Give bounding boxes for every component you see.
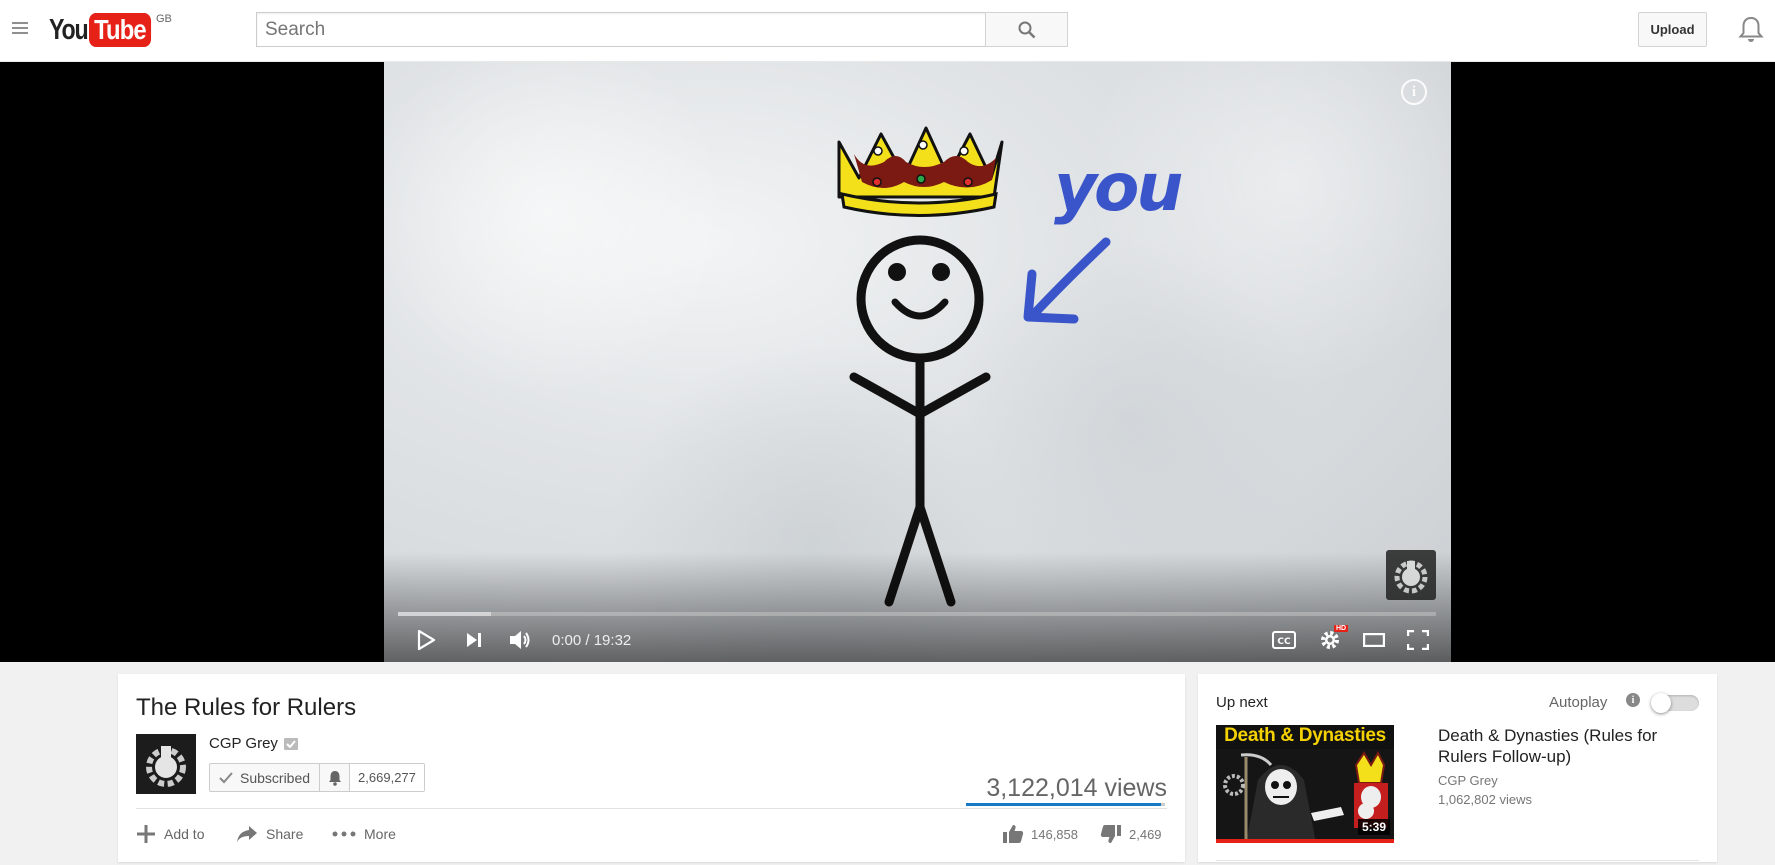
divider bbox=[136, 808, 1167, 809]
channel-name-link[interactable]: CGP Grey bbox=[209, 735, 298, 752]
sentiment-bar bbox=[966, 803, 1165, 806]
search-input[interactable] bbox=[256, 12, 986, 47]
sentiment-likes-fill bbox=[966, 803, 1162, 806]
search-icon bbox=[1018, 21, 1035, 38]
more-button[interactable]: More bbox=[332, 822, 396, 846]
subscribed-label: Subscribed bbox=[240, 769, 311, 786]
info-card-icon[interactable]: i bbox=[1401, 79, 1427, 105]
watch-sidebar: Up next Autoplay i Death & Dynasties 5:3… bbox=[1198, 674, 1717, 862]
thumbnail-title: Death & Dynasties bbox=[1216, 725, 1394, 749]
video-title: The Rules for Rulers bbox=[136, 694, 357, 721]
captions-icon: CC bbox=[1272, 631, 1296, 649]
more-label: More bbox=[364, 826, 396, 842]
next-video-thumbnail[interactable]: Death & Dynasties 5:39 bbox=[1216, 725, 1394, 843]
view-count: 3,122,014 views bbox=[986, 774, 1167, 802]
gear-icon bbox=[1321, 631, 1339, 649]
subscriber-count: 2,669,277 bbox=[349, 764, 424, 791]
logo-you: You bbox=[49, 14, 89, 46]
current-time: 0:00 bbox=[552, 631, 582, 649]
crown-icon bbox=[837, 126, 1004, 217]
up-next-heading: Up next bbox=[1216, 694, 1268, 711]
play-button[interactable] bbox=[404, 618, 448, 662]
logo-tube: Tube bbox=[89, 13, 152, 47]
thumbs-up-icon bbox=[1003, 825, 1024, 843]
upload-button[interactable]: Upload bbox=[1638, 12, 1707, 47]
region-code: GB bbox=[155, 13, 172, 25]
channel-watermark[interactable] bbox=[1386, 550, 1436, 600]
svg-text:CC: CC bbox=[1277, 637, 1291, 647]
hd-badge: HD bbox=[1334, 625, 1349, 632]
verified-icon bbox=[283, 737, 298, 750]
progress-bar[interactable] bbox=[398, 612, 1436, 616]
like-count: 146,858 bbox=[1031, 826, 1078, 842]
masthead: You Tube GB Upload bbox=[0, 0, 1775, 62]
video-duration-badge: 5:39 bbox=[1357, 819, 1390, 835]
more-dots-icon bbox=[332, 831, 356, 837]
dislike-count: 2,469 bbox=[1129, 826, 1162, 842]
subscribed-button[interactable]: Subscribed bbox=[210, 764, 319, 791]
player-controls: 0:00 / 19:32 CC HD bbox=[384, 618, 1451, 662]
share-button[interactable]: Share bbox=[236, 822, 303, 846]
add-to-button[interactable]: Add to bbox=[136, 822, 204, 846]
buffer-bar bbox=[398, 612, 492, 616]
channel-avatar[interactable] bbox=[136, 734, 196, 794]
stick-figure bbox=[849, 235, 991, 607]
search-button[interactable] bbox=[985, 12, 1068, 47]
video-player[interactable]: you i 0:00 / 19:32 CC HD bbox=[0, 62, 1775, 662]
next-icon bbox=[467, 633, 481, 647]
video-frame[interactable]: you bbox=[384, 62, 1451, 662]
fullscreen-icon bbox=[1407, 630, 1429, 650]
thumbs-down-icon bbox=[1100, 825, 1121, 843]
theater-mode-icon bbox=[1363, 633, 1385, 647]
volume-icon bbox=[510, 631, 530, 649]
captions-button[interactable]: CC bbox=[1264, 618, 1304, 662]
time-display: 0:00 / 19:32 bbox=[552, 618, 631, 662]
arrow-icon bbox=[1023, 237, 1111, 324]
play-icon bbox=[417, 629, 436, 651]
share-label: Share bbox=[266, 826, 304, 842]
share-icon bbox=[237, 826, 257, 842]
subscribe-group: Subscribed 2,669,277 bbox=[209, 763, 425, 792]
notifications-bell-icon[interactable] bbox=[1738, 15, 1764, 43]
settings-button[interactable]: HD bbox=[1308, 618, 1352, 662]
divider bbox=[1216, 860, 1699, 861]
youtube-logo[interactable]: You Tube GB bbox=[49, 12, 172, 50]
duration: 19:32 bbox=[593, 631, 632, 649]
dislike-button[interactable]: 2,469 bbox=[1100, 822, 1162, 846]
checkmark-icon bbox=[219, 771, 233, 783]
autoplay-toggle[interactable] bbox=[1651, 693, 1699, 713]
like-button[interactable]: 146,858 bbox=[1002, 822, 1078, 846]
next-video-title[interactable]: Death & Dynasties (Rules for Rulers Foll… bbox=[1438, 725, 1703, 767]
autoplay-label: Autoplay bbox=[1549, 694, 1608, 711]
channel-logo-icon bbox=[1394, 560, 1428, 594]
theater-mode-button[interactable] bbox=[1352, 618, 1396, 662]
bell-icon bbox=[328, 770, 341, 786]
next-button[interactable] bbox=[454, 618, 494, 662]
next-video-channel[interactable]: CGP Grey bbox=[1438, 773, 1498, 788]
next-video-views: 1,062,802 views bbox=[1438, 792, 1532, 807]
guide-menu-icon[interactable] bbox=[10, 19, 30, 39]
channel-logo-icon bbox=[146, 746, 186, 787]
video-info-panel: The Rules for Rulers CGP Grey Subscribed… bbox=[118, 674, 1185, 862]
volume-button[interactable] bbox=[498, 618, 542, 662]
you-annotation: you bbox=[1054, 149, 1181, 226]
autoplay-info-icon[interactable]: i bbox=[1626, 693, 1640, 707]
fullscreen-button[interactable] bbox=[1396, 618, 1440, 662]
channel-name: CGP Grey bbox=[209, 735, 278, 752]
subscription-bell-button[interactable] bbox=[319, 764, 349, 791]
plus-icon bbox=[137, 825, 155, 843]
add-to-label: Add to bbox=[164, 826, 205, 842]
time-separator: / bbox=[581, 631, 594, 649]
watched-progress bbox=[1216, 839, 1394, 843]
